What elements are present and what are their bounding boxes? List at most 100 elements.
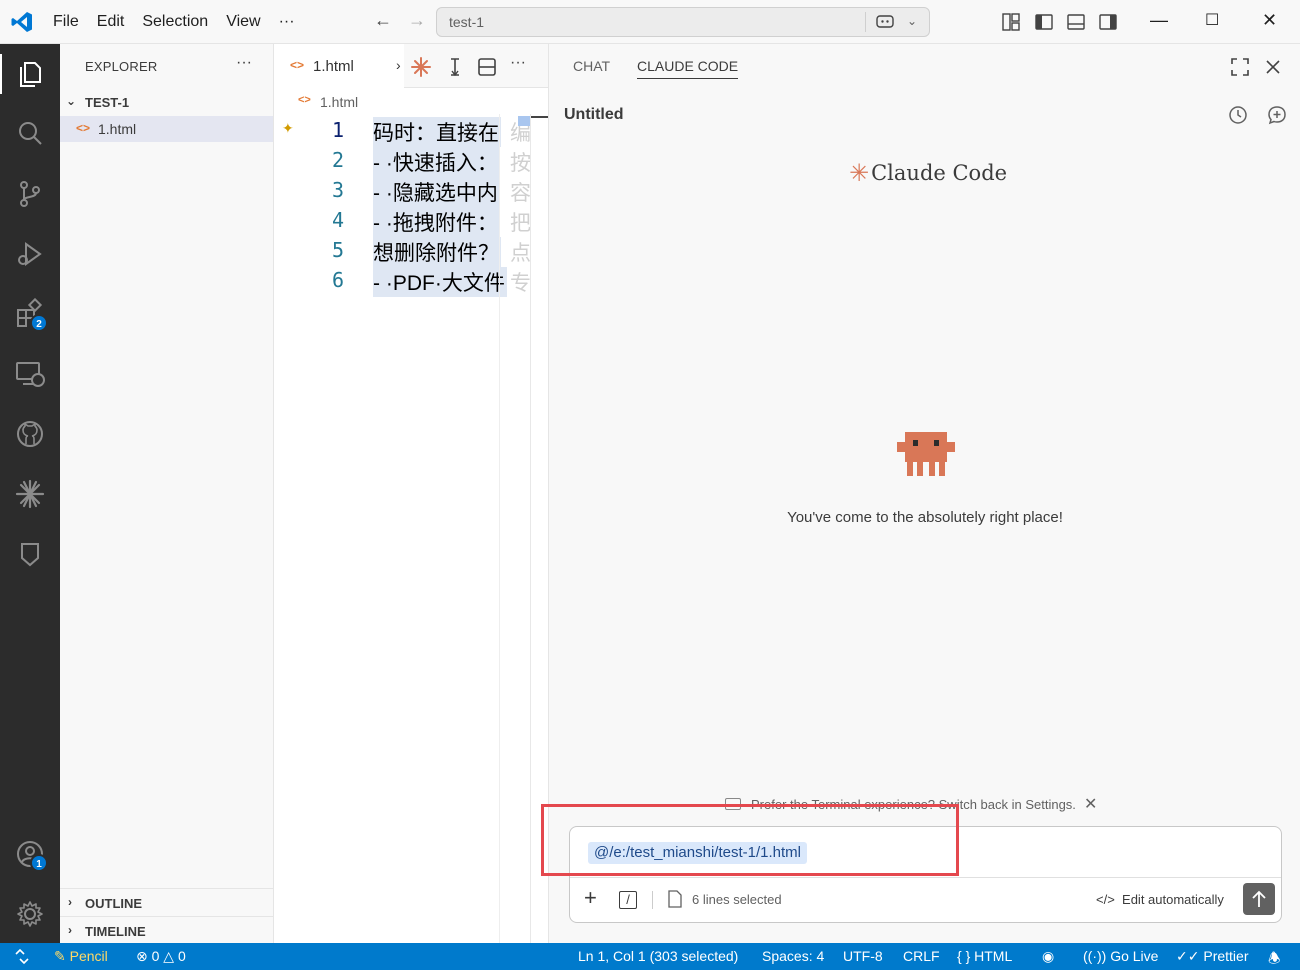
claude-code-launch-icon[interactable]	[410, 56, 432, 78]
tab-1-html[interactable]: <> 1.html ›	[274, 44, 404, 88]
line-number: 2	[331, 148, 344, 172]
tab-claude-code[interactable]: CLAUDE CODE	[637, 58, 739, 79]
indentation-status[interactable]: Spaces: 4	[762, 948, 824, 964]
explorer-icon[interactable]	[14, 58, 46, 90]
cursor-position[interactable]: Ln 1, Col 1 (303 selected)	[578, 948, 738, 964]
toggle-secondary-sidebar-icon[interactable]	[1098, 12, 1118, 32]
code-line[interactable]: 5 想删除附件？ 点	[274, 235, 548, 267]
chevron-right-icon: ›	[396, 57, 401, 73]
menu-view[interactable]: View	[217, 13, 269, 31]
github-icon[interactable]	[14, 418, 46, 450]
folder-test-1[interactable]: ⌄ TEST-1	[66, 92, 272, 114]
timeline-section[interactable]: › TIMELINE	[60, 916, 273, 944]
toggle-primary-sidebar-icon[interactable]	[1034, 12, 1054, 32]
search-icon[interactable]	[14, 118, 46, 150]
line-overflow-text: 专	[510, 272, 530, 295]
line-overflow-text: 把	[510, 212, 530, 235]
code-line[interactable]: 3 - ·隐藏选中内 容	[274, 175, 548, 207]
chevron-right-icon: ›	[68, 923, 72, 937]
menu-more[interactable]: ···	[270, 13, 304, 31]
line-text[interactable]: 想删除附件？	[373, 237, 501, 267]
claude-icon[interactable]	[14, 478, 46, 510]
pencil-status[interactable]: ✎ Pencil	[54, 948, 108, 965]
vscode-logo-icon	[10, 10, 34, 34]
explorer-more-button[interactable]: ···	[236, 54, 252, 72]
line-text[interactable]: - ·隐藏选中内	[373, 177, 500, 207]
prettier-status[interactable]: ✓✓ Prettier	[1176, 948, 1248, 965]
run-debug-icon[interactable]	[14, 238, 46, 270]
shield-icon[interactable]	[14, 538, 46, 570]
menu-bar: File Edit Selection View ···	[44, 0, 304, 44]
source-control-icon[interactable]	[14, 178, 46, 210]
history-clock-icon[interactable]	[1227, 104, 1249, 126]
code-line[interactable]: 6 - ·PDF·大文件 专	[274, 265, 548, 297]
line-number: 5	[331, 238, 344, 262]
errors-count: 0	[151, 948, 160, 964]
customize-layout-icon[interactable]	[1001, 12, 1021, 32]
minimap-slider[interactable]	[518, 116, 530, 126]
outline-label: OUTLINE	[85, 896, 143, 911]
dismiss-icon[interactable]: ✕	[1084, 796, 1097, 813]
menu-edit[interactable]: Edit	[88, 13, 134, 31]
menu-selection[interactable]: Selection	[133, 13, 217, 31]
encoding-status[interactable]: UTF-8	[843, 948, 883, 964]
slash-command-icon[interactable]: /	[619, 891, 637, 909]
explorer-header: EXPLORER	[85, 59, 158, 74]
close-panel-icon[interactable]	[1262, 56, 1284, 78]
line-text[interactable]: - ·快速插入：	[373, 147, 500, 177]
new-chat-icon[interactable]	[1266, 104, 1288, 126]
selection-indicator[interactable]: 6 lines selected	[692, 892, 782, 907]
copilot-status-icon[interactable]: ◉	[1042, 948, 1054, 965]
file-item-1-html[interactable]: <> 1.html	[60, 116, 273, 142]
forward-arrow-icon[interactable]: →	[408, 10, 426, 31]
add-attachment-icon[interactable]: +	[584, 885, 597, 911]
editor-more-icon[interactable]: ···	[510, 54, 532, 76]
line-text[interactable]: - ·拖拽附件：	[373, 207, 500, 237]
chevron-down-icon[interactable]: ⌄	[907, 14, 917, 28]
active-indicator	[0, 54, 2, 94]
maximize-icon[interactable]: ☐	[1205, 10, 1219, 30]
remote-indicator[interactable]	[0, 943, 44, 970]
send-button[interactable]	[1243, 883, 1275, 915]
edit-mode-label: Edit automatically	[1122, 892, 1224, 907]
line-text[interactable]: 码时：直接在	[373, 117, 501, 147]
close-window-icon[interactable]: ✕	[1262, 10, 1277, 31]
claude-mascot-icon	[897, 432, 955, 478]
code-line[interactable]: 1 码时：直接在 编	[274, 115, 548, 147]
minimap-border	[530, 114, 531, 943]
input-divider	[570, 877, 1281, 878]
breadcrumb[interactable]: <> 1.html	[274, 88, 548, 114]
code-line[interactable]: 4 - ·拖拽附件： 把	[274, 205, 548, 237]
go-live-button[interactable]: ((·)) Go Live	[1083, 948, 1158, 964]
folder-name: TEST-1	[85, 95, 130, 110]
language-mode[interactable]: { } HTML	[957, 948, 1012, 964]
problems-status[interactable]: ⊗ 0 △ 0	[136, 948, 186, 965]
text-cursor-icon[interactable]	[444, 56, 466, 78]
split-editor-icon[interactable]	[476, 56, 498, 78]
explorer-sidebar: EXPLORER ··· ⌄ TEST-1 <> 1.html › OUTLIN…	[60, 44, 274, 943]
line-overflow-text: 容	[510, 182, 530, 205]
welcome-message: You've come to the absolutely right plac…	[787, 509, 1063, 526]
line-overflow-text: 点	[510, 242, 530, 265]
settings-gear-icon[interactable]	[14, 898, 46, 930]
tab-chat[interactable]: CHAT	[573, 58, 610, 74]
minimize-icon[interactable]: —	[1150, 10, 1168, 31]
maximize-panel-icon[interactable]	[1229, 56, 1251, 78]
editor-tabs: <> 1.html › ···	[274, 44, 548, 88]
notifications-bell-icon[interactable]: 🕭	[1268, 948, 1281, 970]
back-arrow-icon[interactable]: ←	[374, 10, 392, 31]
remote-explorer-icon[interactable]	[14, 358, 46, 390]
outline-section[interactable]: › OUTLINE	[60, 888, 273, 916]
file-icon	[668, 890, 682, 908]
line-text[interactable]: - ·PDF·大文件	[373, 267, 507, 297]
claude-star-icon: ✳	[849, 159, 870, 187]
eol-status[interactable]: CRLF	[903, 948, 940, 964]
copilot-chat-icon[interactable]	[875, 12, 895, 32]
edit-mode-toggle[interactable]: </> Edit automatically	[1096, 892, 1224, 907]
session-title: Untitled	[564, 106, 624, 123]
command-center-search[interactable]: test-1 ⌄	[436, 7, 930, 37]
breadcrumb-file[interactable]: 1.html	[320, 94, 358, 110]
menu-file[interactable]: File	[44, 13, 88, 31]
toggle-panel-icon[interactable]	[1066, 12, 1086, 32]
code-line[interactable]: 2 - ·快速插入： 按	[274, 145, 548, 177]
